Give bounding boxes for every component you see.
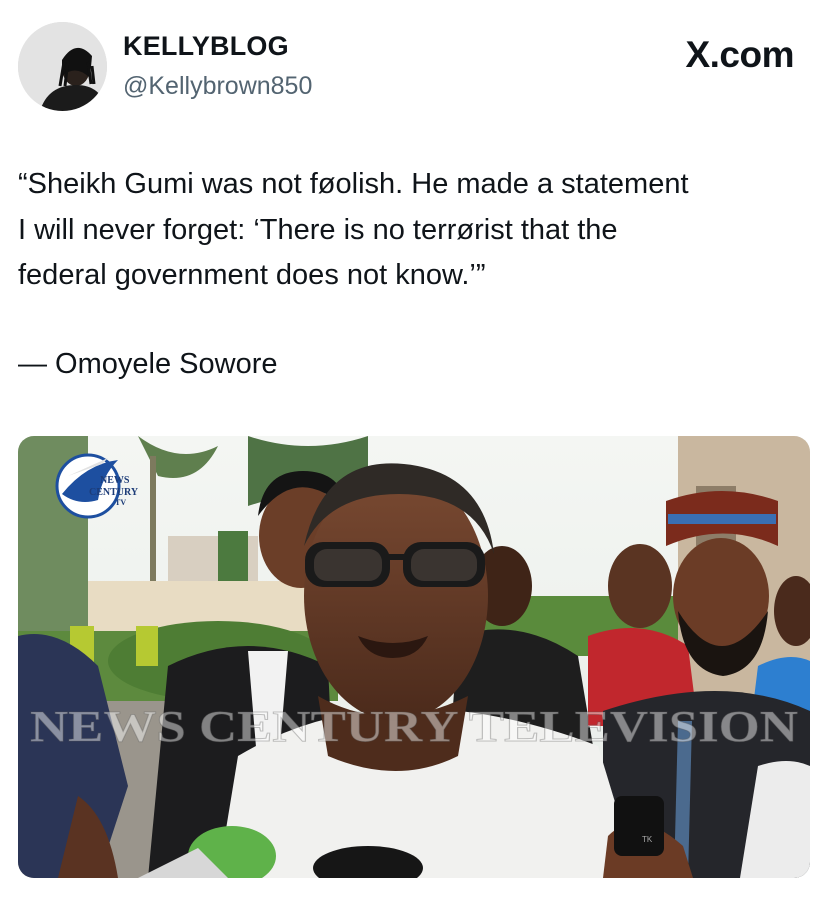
logo-line-tv: TV [115, 498, 126, 507]
x-brand-logo: X.com [685, 34, 794, 75]
press-conference-photo: TK NEWS CENTURY TV NEWS CENTURY TELEVISI… [18, 436, 810, 878]
phone-label: TK [642, 835, 653, 844]
author-avatar[interactable] [18, 22, 107, 111]
quote-line: “Sheikh Gumi was not føolish. He made a … [18, 168, 689, 200]
quote-line: federal government does not know.’” [18, 259, 486, 291]
logo-line-century: CENTURY [89, 487, 139, 498]
quote-line: I will never forget: ‘There is no terrør… [18, 213, 618, 246]
post-media-photo[interactable]: TK NEWS CENTURY TV NEWS CENTURY TELEVISI… [18, 436, 810, 878]
author-display-name[interactable]: KELLYBLOG [123, 31, 289, 62]
logo-line-news: NEWS [100, 475, 130, 486]
photo-watermark: NEWS CENTURY TELEVISION [30, 702, 798, 751]
avatar-image [18, 22, 107, 111]
post-quote-text: “Sheikh Gumi was not føolish. He made a … [18, 162, 818, 299]
author-handle[interactable]: @Kellybrown850 [123, 72, 312, 101]
quote-attribution: — Omoyele Sowore [18, 348, 278, 380]
